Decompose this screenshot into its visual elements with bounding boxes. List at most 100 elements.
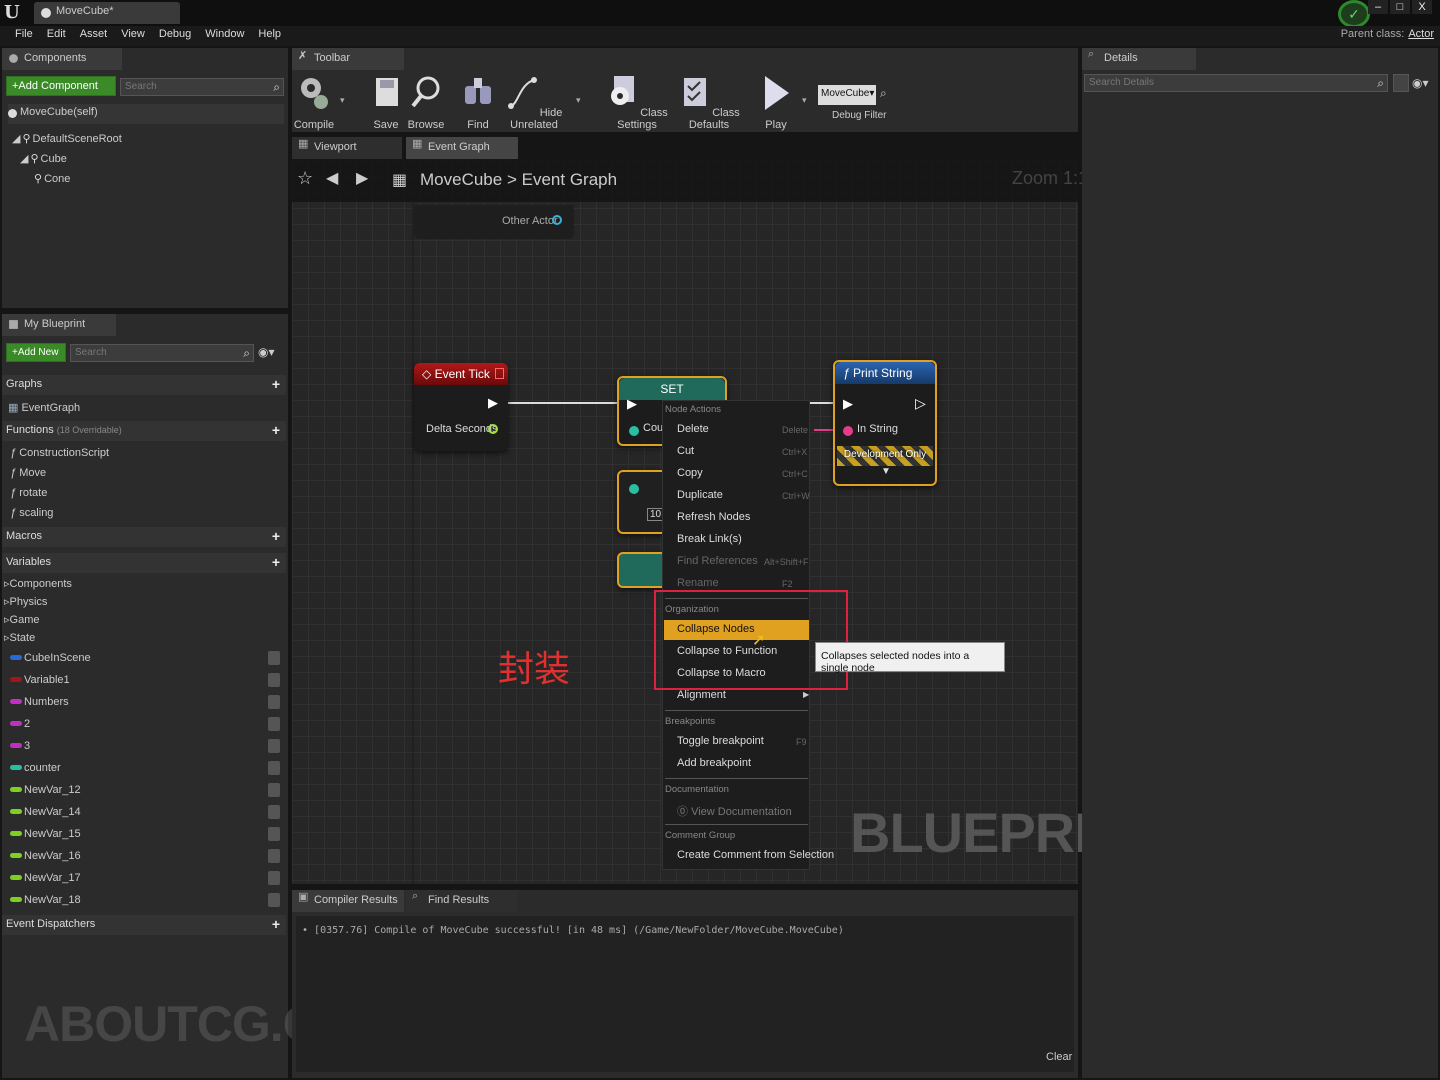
- find-button[interactable]: Find: [460, 74, 496, 131]
- visibility-eye-icon[interactable]: [268, 805, 280, 819]
- tab-toolbar[interactable]: ✗ Toolbar: [292, 48, 404, 70]
- details-search-input[interactable]: Search Details ⌕: [1084, 74, 1388, 92]
- menu-item-duplicate[interactable]: Duplicate: [677, 489, 723, 501]
- visibility-eye-icon[interactable]: [268, 651, 280, 665]
- tree-item-defaultsceneroot[interactable]: ◢ ⚲ DefaultSceneRoot: [12, 132, 122, 145]
- menu-item-find-references[interactable]: Find References: [677, 555, 758, 567]
- object-pin-icon[interactable]: [552, 215, 562, 225]
- var-category[interactable]: ▹State: [4, 631, 35, 644]
- variable-item[interactable]: counter: [8, 759, 284, 779]
- tree-item-self[interactable]: MoveCube(self): [8, 104, 284, 124]
- tab-compiler-results[interactable]: ▣ Compiler Results: [292, 890, 404, 912]
- exec-out-pin[interactable]: ▶: [488, 395, 498, 411]
- visibility-eye-icon[interactable]: [268, 673, 280, 687]
- expand-arrow-icon[interactable]: ▼: [881, 466, 891, 477]
- compile-button[interactable]: Compile: [292, 74, 336, 131]
- tab-details[interactable]: ⌕ Details: [1082, 48, 1196, 70]
- components-search-input[interactable]: Search ⌕: [120, 78, 284, 96]
- visibility-eye-icon[interactable]: [268, 717, 280, 731]
- hide-unrelated-options-icon[interactable]: ▾: [576, 95, 581, 106]
- macros-section[interactable]: Macros +: [2, 527, 286, 547]
- visibility-eye-icon[interactable]: [268, 893, 280, 907]
- menu-debug[interactable]: Debug: [152, 26, 198, 46]
- class-settings-button[interactable]: Class Settings: [604, 74, 670, 131]
- menu-item-copy[interactable]: Copy: [677, 467, 703, 479]
- menu-item-create-comment[interactable]: Create Comment from Selection: [677, 849, 834, 861]
- tab-my-blueprint[interactable]: My Blueprint: [2, 314, 116, 336]
- menu-view[interactable]: View: [114, 26, 152, 46]
- play-options-icon[interactable]: ▾: [802, 95, 807, 106]
- add-variable-icon[interactable]: +: [272, 554, 280, 570]
- menu-edit[interactable]: Edit: [40, 26, 73, 46]
- menu-item-refresh-nodes[interactable]: Refresh Nodes: [677, 511, 750, 523]
- visibility-eye-icon[interactable]: [268, 761, 280, 775]
- menu-help[interactable]: Help: [251, 26, 288, 46]
- tree-item-cone[interactable]: ⚲ Cone: [34, 172, 70, 185]
- variable-item[interactable]: NewVar_18: [8, 891, 284, 911]
- parent-class-link[interactable]: Actor: [1408, 28, 1434, 40]
- tab-find-results[interactable]: ⌕ Find Results: [406, 890, 518, 912]
- view-options-icon[interactable]: ◉▾: [258, 345, 275, 359]
- delegate-pin-icon[interactable]: [495, 368, 504, 379]
- add-graph-icon[interactable]: +: [272, 376, 280, 392]
- math-node[interactable]: 10: [617, 470, 667, 534]
- compile-options-icon[interactable]: ▾: [340, 95, 345, 106]
- function-item[interactable]: ƒ ConstructionScript: [10, 447, 109, 459]
- tab-components[interactable]: Components: [2, 48, 122, 70]
- visibility-eye-icon[interactable]: ◉▾: [1412, 76, 1429, 90]
- menu-item-cut[interactable]: Cut: [677, 445, 694, 457]
- event-dispatchers-section[interactable]: Event Dispatchers +: [2, 915, 286, 935]
- add-function-icon[interactable]: +: [272, 422, 280, 438]
- event-tick-node[interactable]: ◇ Event Tick ▶ Delta Seconds: [414, 363, 508, 451]
- menu-file[interactable]: File: [8, 26, 40, 46]
- menu-item-delete[interactable]: Delete: [677, 423, 709, 435]
- tab-event-graph[interactable]: ▦ Event Graph: [406, 137, 518, 159]
- exec-out-pin[interactable]: ▷: [915, 395, 926, 412]
- save-button[interactable]: Save: [370, 74, 402, 131]
- document-tab[interactable]: MoveCube*: [34, 2, 180, 24]
- debug-find-icon[interactable]: ⌕: [880, 86, 887, 101]
- int-pin-icon[interactable]: [629, 484, 639, 494]
- variable-item[interactable]: NewVar_12: [8, 781, 284, 801]
- variable-item[interactable]: NewVar_17: [8, 869, 284, 889]
- add-new-button[interactable]: +Add New: [6, 343, 66, 362]
- string-pin-icon[interactable]: [843, 426, 853, 436]
- variable-item[interactable]: 3: [8, 737, 284, 757]
- class-defaults-button[interactable]: Class Defaults: [676, 74, 742, 131]
- functions-section[interactable]: Functions (18 Overridable) +: [2, 421, 286, 441]
- source-control-icon[interactable]: ✓: [1338, 0, 1370, 28]
- visibility-eye-icon[interactable]: [268, 739, 280, 753]
- function-item[interactable]: ƒ Move: [10, 467, 46, 479]
- browse-button[interactable]: Browse: [406, 74, 446, 131]
- variable-item[interactable]: CubeInScene: [8, 649, 284, 669]
- variable-item[interactable]: NewVar_16: [8, 847, 284, 867]
- close-button[interactable]: X: [1412, 0, 1432, 14]
- print-string-node[interactable]: ƒ Print String ▶ ▷ In String Development…: [833, 360, 937, 486]
- function-item[interactable]: ƒ scaling: [10, 507, 53, 519]
- menu-asset[interactable]: Asset: [73, 26, 115, 46]
- play-button[interactable]: Play: [758, 74, 794, 131]
- add-macro-icon[interactable]: +: [272, 528, 280, 544]
- variable-item[interactable]: Variable1: [8, 671, 284, 691]
- var-category[interactable]: ▹Game: [4, 613, 40, 626]
- clear-button[interactable]: Clear: [1046, 1051, 1072, 1063]
- hide-unrelated-button[interactable]: Hide Unrelated: [500, 74, 568, 131]
- add-component-button[interactable]: +Add Component: [6, 76, 116, 96]
- exec-in-pin[interactable]: ▶: [627, 396, 637, 412]
- int-pin-icon[interactable]: [629, 426, 639, 436]
- variable-item[interactable]: NewVar_14: [8, 803, 284, 823]
- function-item[interactable]: ƒ rotate: [10, 487, 47, 499]
- menu-item-rename[interactable]: Rename: [677, 577, 719, 589]
- visibility-eye-icon[interactable]: [268, 695, 280, 709]
- get-node[interactable]: [617, 552, 667, 588]
- visibility-eye-icon[interactable]: [268, 783, 280, 797]
- exec-in-pin[interactable]: ▶: [843, 396, 853, 412]
- blueprint-search-input[interactable]: Search ⌕: [70, 344, 254, 362]
- variables-section[interactable]: Variables +: [2, 553, 286, 573]
- menu-window[interactable]: Window: [198, 26, 251, 46]
- graphs-section[interactable]: Graphs +: [2, 375, 286, 395]
- graph-item-eventgraph[interactable]: ▦ EventGraph: [8, 401, 80, 414]
- float-pin-icon[interactable]: [488, 424, 498, 434]
- tab-viewport[interactable]: ▦ Viewport: [292, 137, 402, 159]
- debug-object-select[interactable]: MoveCube▾: [818, 85, 876, 105]
